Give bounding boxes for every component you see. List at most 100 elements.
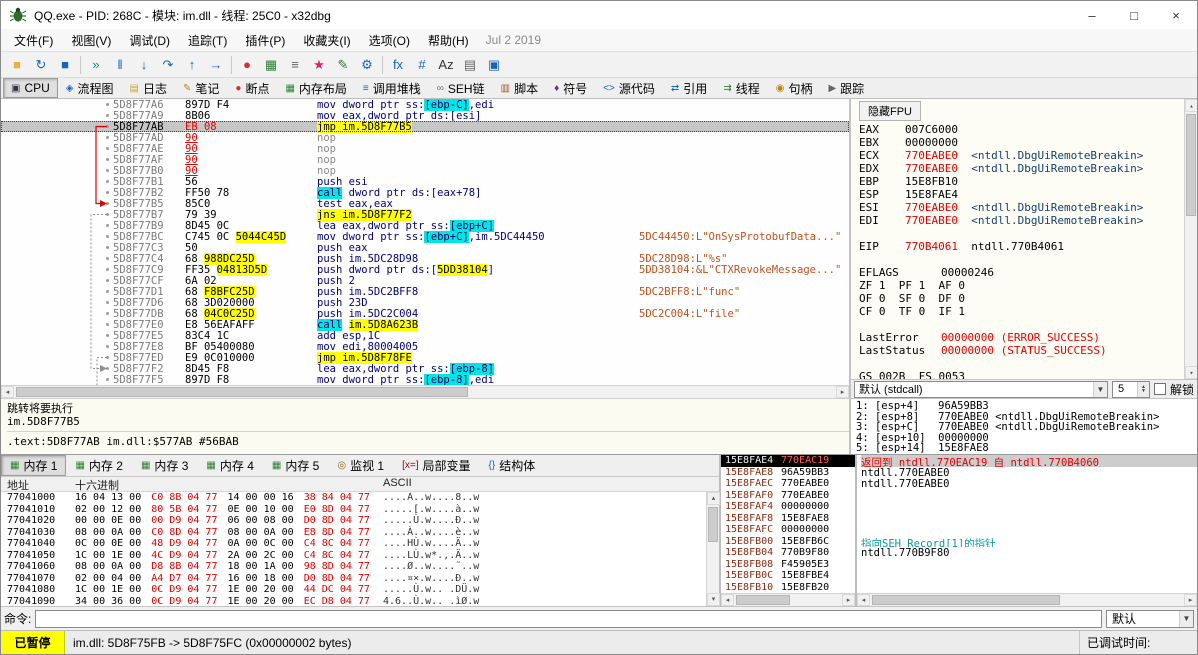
register-row[interactable]: CF 0 TF 0 IF 1 — [859, 305, 1181, 318]
menu-favourites[interactable]: 收藏夹(I) — [294, 29, 359, 52]
stack-comment-row[interactable] — [861, 582, 1197, 594]
register-row[interactable]: LastError 00000000 (ERROR_SUCCESS) — [859, 331, 1181, 344]
stack-row[interactable]: 15E8FAE4 770EAC19 — [721, 455, 855, 467]
memory-map-icon[interactable]: ▦ — [259, 54, 283, 76]
tab-cpu[interactable]: ▣ CPU — [3, 78, 58, 98]
tab-references[interactable]: ⇄ 引用 — [663, 78, 715, 98]
register-row[interactable] — [859, 253, 1181, 266]
dump-tab-memory-2[interactable]: ▦ 内存 2 — [66, 455, 131, 476]
open-file-icon[interactable]: ■ — [5, 54, 29, 76]
disasm-row[interactable]: 5D8F77B5 85C0 test eax,eax — [1, 198, 849, 210]
stack-comment-row[interactable] — [861, 501, 1197, 513]
register-row[interactable]: ZF 1 PF 1 AF 0 — [859, 279, 1181, 292]
disasm-row[interactable]: 5D8F77B7 79 39 jns im.5D8F77F2 — [1, 209, 849, 221]
font-icon[interactable]: Az — [434, 54, 458, 76]
command-input[interactable] — [35, 609, 1102, 628]
functions-icon[interactable]: fx — [386, 54, 410, 76]
scroll-thumb[interactable] — [16, 387, 469, 397]
arguments-pane[interactable]: 1: [esp+4] 96A59BB3 2: [esp+8] 770EABE0 <… — [851, 399, 1197, 454]
menu-debug[interactable]: 调试(D) — [120, 29, 179, 52]
disasm-row[interactable]: 5D8F77B0 90 nop — [1, 165, 849, 177]
tab-notes[interactable]: ✎ 笔记 — [175, 78, 227, 98]
register-row[interactable]: ESP 15E8FAE4 — [859, 188, 1181, 201]
dump-tab-memory-4[interactable]: ▦ 内存 4 — [197, 455, 262, 476]
calling-convention-select[interactable]: 默认 (stdcall) ▼ — [854, 380, 1108, 398]
argument-row[interactable]: 5: [esp+14] 15E8FAE8 — [856, 443, 1197, 454]
dump-tab-memory-5[interactable]: ▦ 内存 5 — [263, 455, 328, 476]
stack-comment-row[interactable] — [861, 570, 1197, 582]
disasm-row[interactable]: 5D8F77D1 68 F8BFC25D push im.5DC2BFF8 5DC2B… — [1, 286, 849, 298]
scroll-track[interactable] — [870, 594, 1184, 606]
scroll-up-icon[interactable]: ▴ — [1185, 99, 1197, 112]
stack-row[interactable]: 15E8FAF8 15E8FAE8 — [721, 513, 855, 525]
disasm-row[interactable]: 5D8F77C9 FF35 04813D5D push dword ptr ds:[… — [1, 264, 849, 276]
scroll-track[interactable] — [734, 594, 842, 606]
tab-symbols[interactable]: ♦ 符号 — [546, 78, 595, 98]
stack-row[interactable]: 15E8FB04 770B9F80 — [721, 547, 855, 559]
scroll-track[interactable] — [707, 505, 719, 593]
disasm-row[interactable]: 5D8F77CF 6A 02 push 2 — [1, 275, 849, 287]
tab-breakpoints[interactable]: ● 断点 — [227, 78, 277, 98]
register-row[interactable]: EIP 770B4061 ntdll.770B4061 — [859, 240, 1181, 253]
scroll-right-icon[interactable]: ▸ — [1184, 594, 1197, 606]
tab-graph[interactable]: ◈ 流程图 — [58, 78, 122, 98]
disasm-hscrollbar[interactable]: ◂ ▸ — [1, 385, 849, 398]
register-row[interactable]: EAX 007C6000 — [859, 123, 1181, 136]
dump-row[interactable]: 77041070 02 00 04 00 A4 D7 04 77 16 00 18 0… — [7, 573, 706, 585]
disasm-row[interactable]: 5D8F77B1 56 push esi — [1, 176, 849, 188]
disasm-row[interactable]: 5D8F77A6 897D F4 mov dword ptr ss:[ebp-C],… — [1, 99, 849, 111]
disasm-row[interactable]: 5D8F77C3 50 push eax — [1, 242, 849, 254]
dump-tab-memory-1[interactable]: ▦ 内存 1 — [1, 455, 67, 476]
register-row[interactable] — [859, 357, 1181, 370]
scroll-thumb[interactable] — [1186, 114, 1196, 216]
stack-row[interactable]: 15E8FAF0 770EABE0 — [721, 490, 855, 502]
disasm-row[interactable]: 5D8F77BC C745 0C 5044C45D mov dword ptr ss… — [1, 231, 849, 243]
tab-log[interactable]: ▤ 日志 — [122, 78, 175, 98]
dump-row[interactable]: 77041000 16 04 13 00 C0 8B 04 77 14 00 00 1… — [7, 492, 706, 504]
stack-comment-row[interactable] — [861, 559, 1197, 571]
scroll-up-icon[interactable]: ▴ — [707, 492, 720, 505]
disassembly-view[interactable]: 5D8F77A6 897D F4 mov dword ptr ss:[ebp-C],… — [1, 99, 849, 385]
disasm-row[interactable]: 5D8F77A9 8B06 mov eax,dword ptr ds:[esi] — [1, 110, 849, 122]
tab-call-stack[interactable]: ≡ 调用堆栈 — [355, 78, 429, 98]
stack-comments[interactable]: 返回到 ntdll.770EAC19 自 ntdll.770B4060 ntdll… — [857, 455, 1197, 593]
step-over-icon[interactable]: ↷ — [156, 54, 180, 76]
memory-dump[interactable]: 77041000 16 04 13 00 C0 8B 04 77 14 00 00 1… — [1, 492, 706, 606]
run-icon[interactable]: » — [84, 54, 108, 76]
dump-tab-memory-3[interactable]: ▦ 内存 3 — [132, 455, 197, 476]
stack-comment-row[interactable]: 指向SEH_Record[1]的指针 — [861, 536, 1197, 548]
calculator-icon[interactable]: ▤ — [458, 54, 482, 76]
stack-comment-row[interactable] — [861, 513, 1197, 525]
tab-seh-chain[interactable]: ∞ SEH链 — [429, 78, 493, 98]
register-row[interactable]: LastStatus 00000000 (STATUS_SUCCESS) — [859, 344, 1181, 357]
scroll-right-icon[interactable]: ▸ — [836, 386, 849, 398]
stack-row[interactable]: 15E8FB00 15E8FB6C — [721, 536, 855, 548]
close-button[interactable]: × — [1155, 1, 1197, 29]
disasm-row[interactable]: 5D8F77E5 83C4 1C add esp,1C — [1, 330, 849, 342]
stack-comment-row[interactable]: ntdll.770EABE0 — [861, 467, 1197, 479]
scroll-left-icon[interactable]: ◂ — [857, 594, 870, 606]
dump-row[interactable]: 77041060 08 00 0A 00 D8 8B 04 77 18 00 1A 0… — [7, 561, 706, 573]
scroll-left-icon[interactable]: ◂ — [721, 594, 734, 606]
tab-memory-map[interactable]: ▦ 内存布局 — [277, 78, 354, 98]
hash-icon[interactable]: # — [410, 54, 434, 76]
disasm-row[interactable]: 5D8F77AD 90 nop — [1, 132, 849, 144]
disasm-row[interactable]: 5D8F77D6 68 3D020000 push 23D — [1, 297, 849, 309]
menu-options[interactable]: 选项(O) — [360, 29, 419, 52]
stack-view[interactable]: 15E8FAE4 770EAC19 15E8FAE8 96A59BB3 15E8FAEC… — [721, 455, 855, 593]
register-row[interactable]: EDI 770EABE0 <ntdll.DbgUiRemoteBreakin> — [859, 214, 1181, 227]
registers-scrollbar[interactable]: ▴ ▾ — [1184, 99, 1197, 379]
scroll-thumb[interactable] — [708, 507, 718, 543]
favourites-icon[interactable]: ★ — [307, 54, 331, 76]
command-profile-select[interactable]: 默认 ▼ — [1106, 609, 1194, 628]
window-icon[interactable]: ▣ — [482, 54, 506, 76]
notes-icon[interactable]: ✎ — [331, 54, 355, 76]
stop-icon[interactable]: ■ — [53, 54, 77, 76]
arg-count-spinner[interactable]: 5 ▲ ▼ — [1111, 380, 1150, 398]
tab-handles[interactable]: ◉ 句柄 — [768, 78, 821, 98]
stack-row[interactable]: 15E8FB08 F45905E3 — [721, 559, 855, 571]
stack-hscrollbar[interactable]: ◂ ▸ — [721, 593, 855, 606]
breakpoints-icon[interactable]: ● — [235, 54, 259, 76]
dump-tab-struct[interactable]: {} 结构体 — [480, 455, 545, 476]
step-out-icon[interactable]: ↑ — [180, 54, 204, 76]
